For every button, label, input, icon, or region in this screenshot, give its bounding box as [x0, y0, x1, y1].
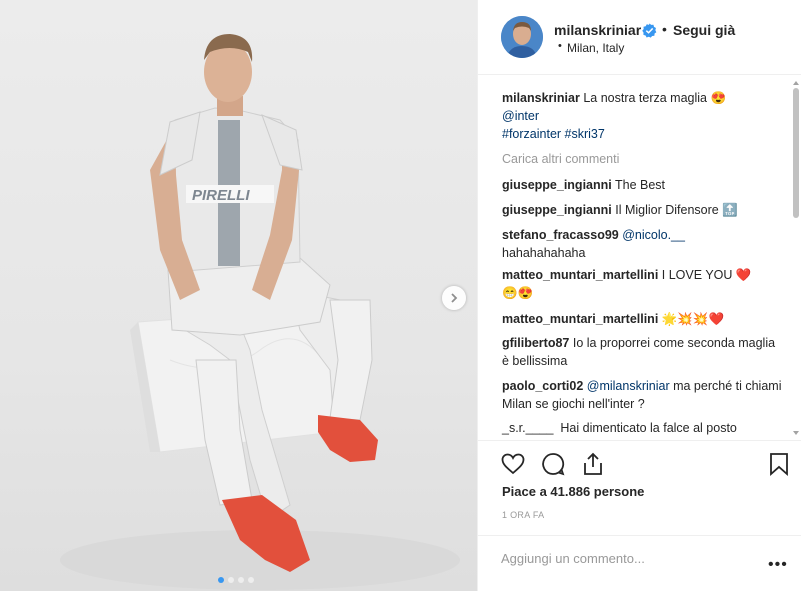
- comment-username[interactable]: gfiliberto87: [502, 336, 569, 350]
- comment-item: matteo_muntari_martellini 🌟💥💥❤️: [502, 310, 782, 328]
- comment-username[interactable]: giuseppe_ingianni: [502, 203, 612, 217]
- heart-icon[interactable]: [500, 451, 526, 477]
- comment-text: Il Miglior Difensore: [615, 203, 719, 217]
- comment-item: matteo_muntari_martellini I LOVE YOU ❤️ …: [502, 266, 782, 302]
- comment-username[interactable]: matteo_muntari_martellini: [502, 312, 658, 326]
- post-sidebar: milanskriniar • Segui già • Milan, Italy…: [477, 0, 801, 591]
- comment-emoji: ❤️: [735, 268, 752, 282]
- comment-text: hahahahahaha: [502, 246, 586, 260]
- carousel-dot: [218, 577, 224, 583]
- comment-mention[interactable]: @milanskriniar: [587, 379, 670, 393]
- comment-emoji: 😁😍: [502, 286, 534, 300]
- post-actions: [478, 440, 801, 480]
- comment-item: giuseppe_ingianni Il Miglior Difensore 🔝: [502, 201, 782, 219]
- caption-mention[interactable]: @inter: [502, 109, 539, 123]
- comment-emoji: 🌟💥💥❤️: [661, 312, 725, 326]
- comment-username[interactable]: matteo_muntari_martellini: [502, 268, 658, 282]
- comment-mention[interactable]: @nicolo.__: [622, 228, 685, 242]
- comment-item: gfiliberto87 Io la proporrei come second…: [502, 334, 782, 370]
- caption-hashtags[interactable]: #forzainter #skri37: [502, 127, 605, 141]
- caption-text: La nostra terza maglia: [583, 91, 707, 105]
- comment-text: I LOVE YOU: [661, 268, 733, 282]
- carousel-dot: [248, 577, 254, 583]
- post-timestamp[interactable]: 1 ORA FA: [502, 510, 544, 520]
- carousel-dot: [228, 577, 234, 583]
- comment-item: _s.r.____ Hai dimenticato la falce al po…: [502, 419, 782, 437]
- comment-username[interactable]: giuseppe_ingianni: [502, 178, 612, 192]
- caption-emoji: 😍: [710, 91, 727, 105]
- comment-item: giuseppe_ingianni The Best: [502, 176, 782, 194]
- post-location[interactable]: Milan, Italy: [567, 41, 624, 55]
- bookmark-icon[interactable]: [766, 451, 792, 477]
- separator-dot: •: [662, 21, 667, 37]
- add-comment-input[interactable]: [501, 549, 761, 567]
- avatar-image: [501, 16, 543, 58]
- load-more-comments-button[interactable]: Carica altri commenti: [502, 152, 619, 166]
- avatar[interactable]: [501, 16, 543, 58]
- location-bullet: •: [558, 40, 562, 52]
- carousel-indicator: [218, 577, 254, 583]
- post-header: milanskriniar • Segui già • Milan, Italy: [478, 0, 801, 75]
- comment-username[interactable]: _s.r.____: [502, 421, 553, 435]
- post-caption: milanskriniar La nostra terza maglia 😍 @…: [502, 89, 782, 143]
- comment-item: stefano_fracasso99 @nicolo.__ hahahahaha…: [502, 226, 782, 262]
- scroll-up-arrow-icon[interactable]: [793, 80, 799, 86]
- comment-text: Hai dimenticato la falce al posto: [560, 421, 737, 435]
- comment-icon[interactable]: [540, 451, 566, 477]
- svg-text:PIRELLI: PIRELLI: [192, 187, 250, 204]
- share-icon[interactable]: [580, 451, 606, 477]
- comments-list[interactable]: milanskriniar La nostra terza maglia 😍 @…: [478, 76, 801, 438]
- like-count[interactable]: Piace a 41.886 persone: [502, 484, 644, 499]
- comment-item: paolo_corti02 @milanskriniar ma perché t…: [502, 377, 782, 413]
- post-author-username[interactable]: milanskriniar: [554, 22, 641, 38]
- player-photo-image: PIRELLI: [60, 34, 460, 590]
- post-photo[interactable]: PIRELLI: [0, 0, 477, 591]
- carousel-dot: [238, 577, 244, 583]
- comments-scrollbar[interactable]: [793, 88, 799, 433]
- chevron-right-icon: [451, 293, 458, 303]
- add-comment-bar: •••: [478, 535, 801, 591]
- follow-button[interactable]: Segui già: [673, 22, 735, 38]
- comment-username[interactable]: paolo_corti02: [502, 379, 583, 393]
- carousel-next-button[interactable]: [442, 286, 466, 310]
- comment-text: The Best: [615, 178, 666, 192]
- verified-badge-icon: [642, 23, 657, 38]
- scrollbar-thumb[interactable]: [793, 88, 799, 218]
- more-options-button[interactable]: •••: [768, 556, 788, 574]
- comment-emoji: 🔝: [722, 203, 738, 217]
- comment-username[interactable]: stefano_fracasso99: [502, 228, 619, 242]
- comment-username[interactable]: milanskriniar: [502, 91, 580, 105]
- scroll-down-arrow-icon[interactable]: [793, 430, 799, 436]
